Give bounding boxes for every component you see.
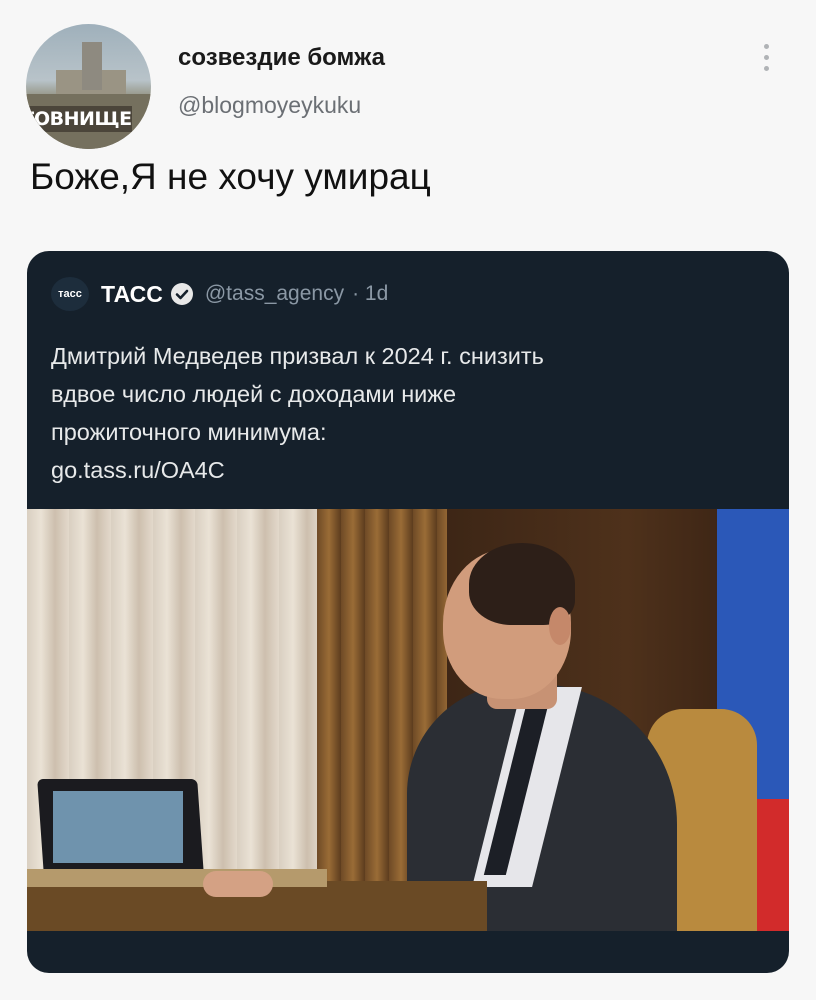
avatar-label: ГОВНИЩЕ — [26, 106, 132, 132]
display-name[interactable]: созвездие бомжа — [178, 44, 385, 72]
verified-badge-icon — [170, 283, 193, 305]
source-avatar[interactable]: тасс — [51, 277, 89, 311]
user-handle[interactable]: @blogmoyeykuku — [178, 92, 361, 119]
tweet-text: Боже,Я не хочу умирац — [30, 156, 431, 197]
quoted-link[interactable]: go.tass.ru/OA4C — [51, 451, 761, 489]
photo-desk-edge — [27, 869, 327, 887]
quoted-text: Дмитрий Медведев призвал к 2024 г. снизи… — [51, 337, 761, 489]
quoted-header: тасс ТАСС @tass_agency · 1d — [51, 277, 388, 311]
quoted-text-line: Дмитрий Медведев призвал к 2024 г. снизи… — [51, 343, 544, 369]
post-time: · 1d — [352, 282, 389, 305]
photo-ear — [549, 607, 571, 645]
avatar-tower — [82, 42, 102, 90]
quoted-text-line: прожиточного минимума: — [51, 419, 327, 445]
photo-laptop-screen — [53, 791, 183, 863]
more-vertical-icon[interactable] — [760, 44, 772, 84]
quoted-tweet-card[interactable]: тасс ТАСС @tass_agency · 1d Дмитрий Медв… — [27, 251, 789, 973]
quoted-text-line: вдвое число людей с доходами ниже — [51, 381, 457, 407]
source-handle[interactable]: @tass_agency — [205, 282, 344, 306]
photo-hand — [203, 871, 273, 897]
quoted-photo[interactable] — [27, 509, 789, 931]
source-name[interactable]: ТАСС — [101, 281, 163, 308]
avatar[interactable]: ГОВНИЩЕ — [26, 24, 151, 149]
